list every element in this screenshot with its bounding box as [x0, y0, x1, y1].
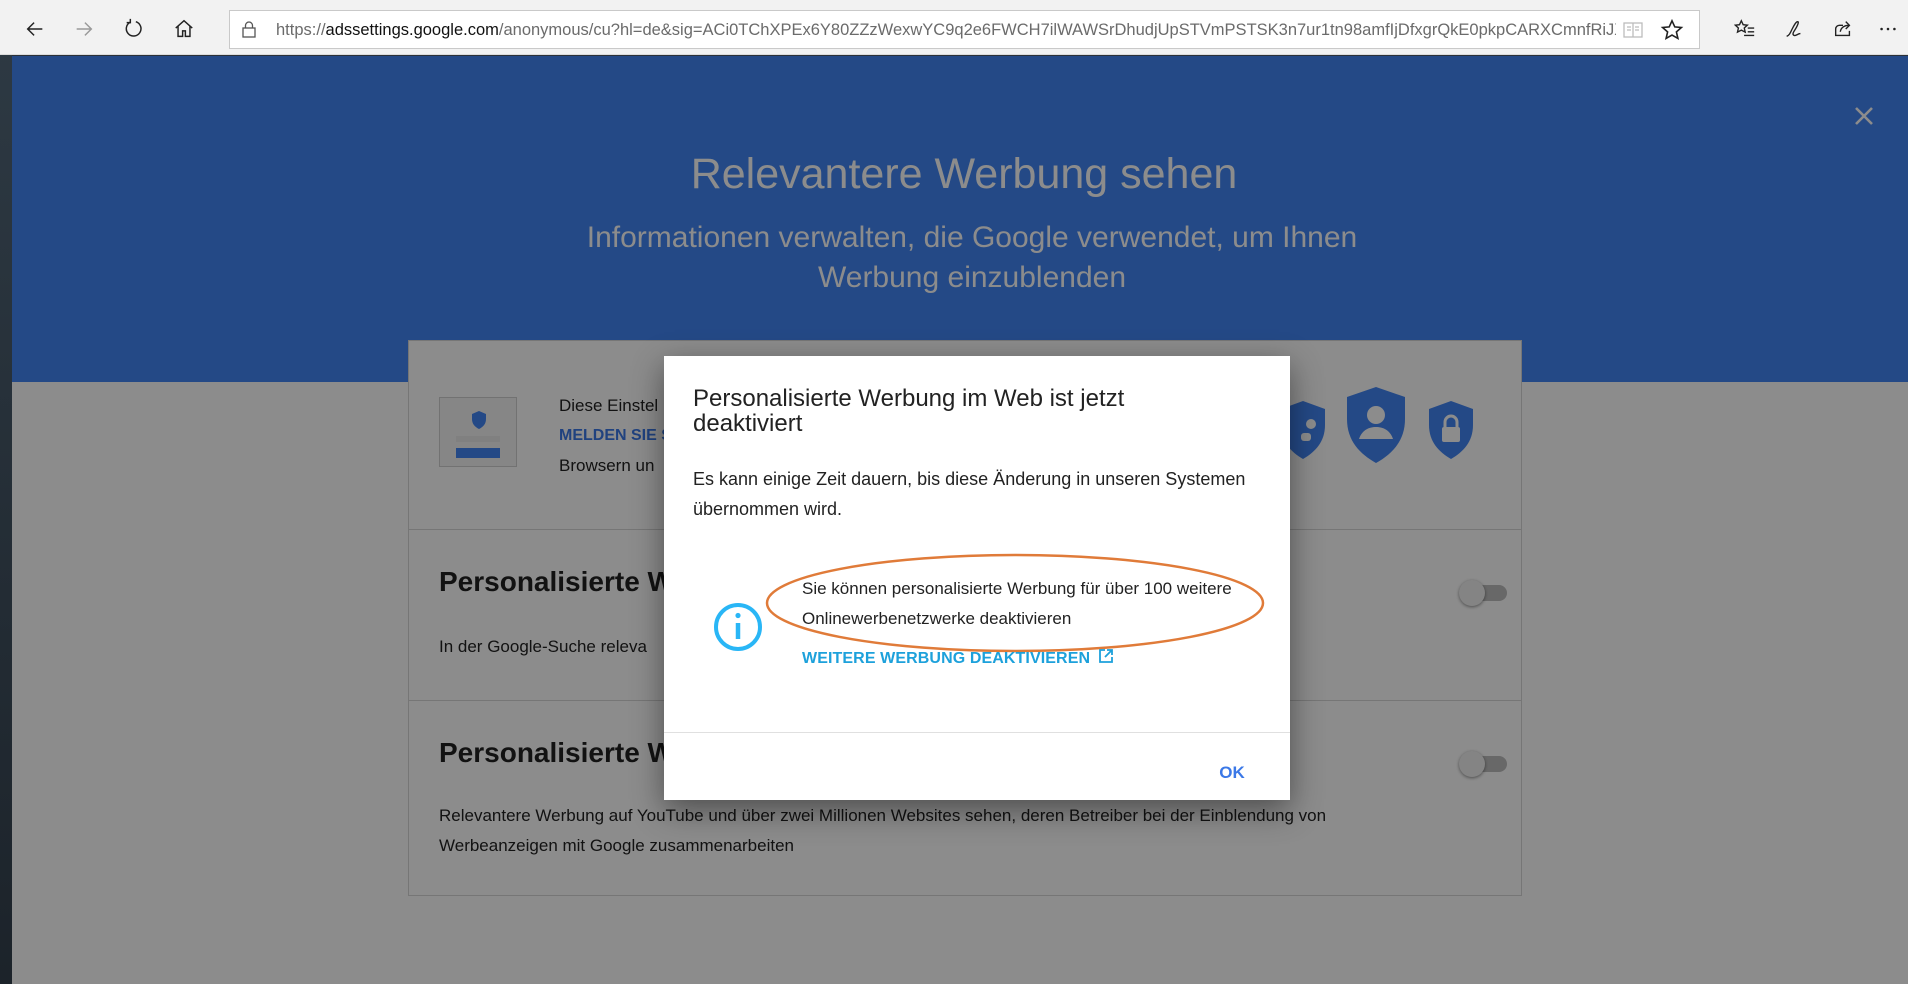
- refresh-icon[interactable]: [117, 12, 151, 46]
- favorites-list-icon[interactable]: [1728, 12, 1762, 46]
- ok-button[interactable]: OK: [1202, 758, 1262, 788]
- back-icon[interactable]: [18, 12, 52, 46]
- pen-icon[interactable]: [1777, 12, 1811, 46]
- home-icon[interactable]: [167, 12, 201, 46]
- dialog-body: Es kann einige Zeit dauern, bis diese Än…: [693, 469, 1246, 519]
- url-path: /anonymous/cu?hl=de&sig=ACi0TChXPEx6Y80Z…: [498, 21, 1616, 39]
- forward-icon[interactable]: [67, 12, 101, 46]
- dialog-divider: [664, 732, 1290, 733]
- desktop-background: [0, 0, 12, 984]
- dialog-title: Personalisierte Werbung im Web ist jetzt…: [693, 385, 1125, 437]
- external-link-icon: [1098, 648, 1114, 669]
- annotation-ellipse: [765, 553, 1265, 653]
- reading-view-icon[interactable]: [1622, 20, 1644, 40]
- address-bar[interactable]: https://adssettings.google.com/anonymous…: [229, 10, 1700, 49]
- url-scheme: https://: [276, 21, 326, 39]
- lock-icon: [240, 20, 258, 38]
- page-content: Relevantere Werbung sehen Informationen …: [12, 56, 1908, 984]
- url-text[interactable]: https://adssettings.google.com/anonymous…: [276, 21, 1616, 41]
- favorite-star-icon[interactable]: [1660, 18, 1684, 42]
- share-icon[interactable]: [1826, 12, 1860, 46]
- more-ads-optout-link-label: WEITERE WERBUNG DEAKTIVIEREN: [802, 649, 1091, 667]
- confirmation-dialog: Personalisierte Werbung im Web ist jetzt…: [664, 356, 1290, 800]
- more-icon[interactable]: [1871, 12, 1905, 46]
- info-icon: [712, 601, 764, 653]
- more-ads-optout-link[interactable]: WEITERE WERBUNG DEAKTIVIEREN: [802, 648, 1114, 669]
- browser-toolbar: https://adssettings.google.com/anonymous…: [0, 0, 1908, 55]
- url-host: adssettings.google.com: [325, 21, 499, 39]
